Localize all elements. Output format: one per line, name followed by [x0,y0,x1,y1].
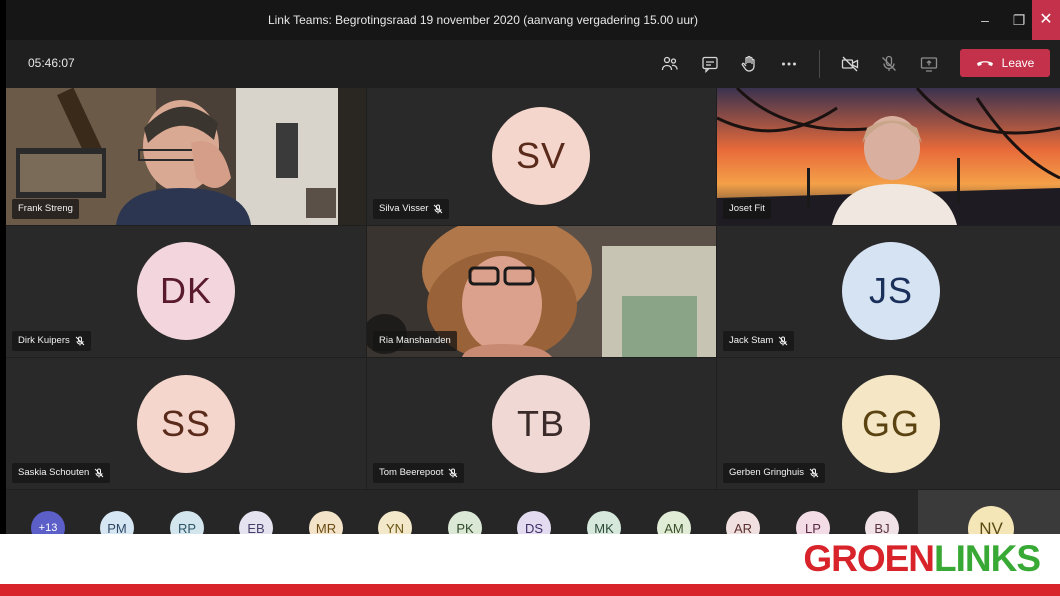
avatar: TB [492,375,590,473]
avatar-tile-saskia-schouten[interactable]: SS Saskia Schouten [6,358,366,489]
chat-icon[interactable] [698,52,722,76]
participant-avatar[interactable]: MK [587,511,621,534]
participant-name-tag: Dirk Kuipers [12,331,91,351]
raise-hand-icon[interactable] [737,52,761,76]
participant-name: Gerben Gringhuis [729,467,804,478]
participant-name: Silva Visser [379,203,429,214]
more-participants-badge[interactable]: +13 [31,511,65,534]
participant-avatar[interactable]: PM [100,511,134,534]
close-window-button[interactable]: ✕ [1032,0,1060,40]
participant-name-tag: Joset Fit [723,199,771,219]
participant-avatar[interactable]: AR [726,511,760,534]
branding-footer: GROENLINKS [0,534,1060,596]
participant-name-tag: Frank Streng [12,199,79,219]
participant-avatar[interactable]: BJ [865,511,899,534]
mic-muted-icon [94,468,104,478]
avatar-tile-tom-beerepoot[interactable]: TB Tom Beerepoot [367,358,716,489]
more-icon[interactable] [777,52,801,76]
participant-name-tag: Saskia Schouten [12,463,111,483]
participant-name: Jack Stam [729,335,774,346]
participant-name: Frank Streng [18,203,73,214]
participant-name: Saskia Schouten [18,467,90,478]
logo-text-red: GROEN [803,538,935,579]
participants-icon[interactable] [658,52,682,76]
leave-label: Leave [1001,56,1035,70]
mic-muted-icon [449,468,458,478]
avatar-tile-jack-stam[interactable]: JS Jack Stam [717,226,1060,357]
camera-off-icon[interactable] [838,52,862,76]
avatar: GG [842,375,940,473]
phone-hangup-icon [976,61,993,66]
window-title: Link Teams: Begrotingsraad 19 november 2… [267,13,699,27]
mic-muted-icon [75,336,85,346]
video-tile-ria-manshanden[interactable]: Ria Manshanden [367,226,716,357]
avatar: DK [137,242,235,340]
leave-button[interactable]: Leave [960,49,1050,77]
avatar: SS [137,375,235,473]
video-tile-joset-fit[interactable]: Joset Fit [717,88,1060,225]
participant-avatar[interactable]: EB [239,511,273,534]
participant-avatar[interactable]: PK [448,511,482,534]
participant-name: Tom Beerepoot [379,467,444,478]
participant-name: Ria Manshanden [379,335,451,346]
participant-name-tag: Silva Visser [373,199,450,219]
participant-avatar[interactable]: AM [657,511,691,534]
avatar: SV [492,107,590,205]
participant-name-tag: Jack Stam [723,331,795,351]
participant-avatar[interactable]: YN [378,511,412,534]
mic-muted-icon [434,204,443,214]
teams-window: Link Teams: Begrotingsraad 19 november 2… [6,0,1060,534]
share-screen-icon[interactable] [917,52,941,76]
title-bar: Link Teams: Begrotingsraad 19 november 2… [6,0,1060,40]
minimize-button[interactable]: – [968,0,1002,40]
footer-red-bar [0,584,1060,596]
meeting-timer: 05:46:07 [28,56,75,70]
participant-avatar[interactable]: MR [309,511,343,534]
mic-muted-icon [809,468,819,478]
participant-name-tag: Ria Manshanden [373,331,457,351]
screen-frame: Link Teams: Begrotingsraad 19 november 2… [0,0,1060,534]
participant-strip: +13 PM RP EB MR YN PK DS MK AM AR LP BJ [6,490,918,534]
toolbar-divider [819,50,820,78]
participant-avatar[interactable]: DS [517,511,551,534]
avatar: JS [842,242,940,340]
video-tile-frank-streng[interactable]: Frank Streng [6,88,366,225]
mic-off-icon[interactable] [877,52,901,76]
avatar-tile-dirk-kuipers[interactable]: DK Dirk Kuipers [6,226,366,357]
participant-name: Dirk Kuipers [18,335,70,346]
avatar-tile-gerben-gringhuis[interactable]: GG Gerben Gringhuis [717,358,1060,489]
participant-avatar[interactable]: LP [796,511,830,534]
featured-participant[interactable]: NV [918,490,1060,534]
participant-name: Joset Fit [729,203,765,214]
mic-muted-icon [779,336,788,346]
groenlinks-logo: GROENLINKS [803,538,1041,580]
participant-name-tag: Gerben Gringhuis [723,463,825,483]
participant-name-tag: Tom Beerepoot [373,463,465,483]
participant-avatar[interactable]: RP [170,511,204,534]
participant-avatar[interactable]: NV [968,506,1014,534]
avatar-tile-silva-visser[interactable]: SV Silva Visser [367,88,716,225]
logo-text-green: LINKS [934,538,1041,579]
meeting-toolbar: 05:46:07 Leave [6,40,1060,88]
maximize-button[interactable]: ❐ [1002,0,1036,40]
